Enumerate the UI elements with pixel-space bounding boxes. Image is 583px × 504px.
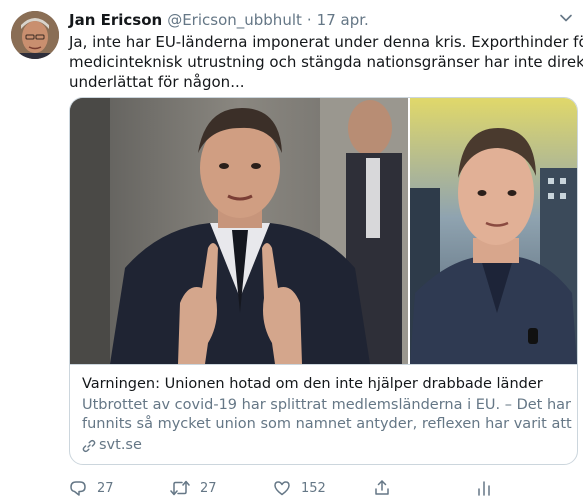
reply-count: 27	[97, 480, 114, 496]
tweet-actions: 27 27 152	[69, 477, 499, 499]
card-image-left	[70, 98, 408, 364]
tweet-date[interactable]: 17 apr.	[317, 10, 369, 30]
tweet-header: Jan Ericson @Ericson_ubbhult · 17 apr.	[69, 9, 369, 31]
like-count: 152	[301, 480, 326, 496]
analytics-button[interactable]	[475, 477, 493, 499]
card-text[interactable]: Varningen: Unionen hotad om den inte hjä…	[70, 364, 577, 464]
card-domain-text: svt.se	[99, 437, 142, 453]
display-name[interactable]: Jan Ericson	[69, 10, 162, 30]
avatar[interactable]	[11, 11, 59, 59]
card-domain: svt.se	[82, 436, 565, 455]
card-image-right	[410, 98, 577, 364]
user-handle[interactable]: @Ericson_ubbhult	[167, 10, 302, 30]
link-icon	[82, 439, 96, 452]
share-icon	[375, 480, 389, 495]
like-button[interactable]: 152	[273, 477, 326, 499]
reply-icon	[70, 481, 86, 496]
tweet-text-line: Ja, inte har EU-länderna imponerat under…	[69, 33, 583, 51]
separator-dot: ·	[306, 11, 312, 29]
tweet-text: Ja, inte har EU-länderna imponerat under…	[69, 32, 583, 92]
tweet-text-line: medicinteknisk utrustning och stängda na…	[69, 53, 583, 71]
tweet-text-line: underlättat för någon...	[69, 73, 245, 91]
card-description-line: Utbrottet av covid-19 har splittrat medl…	[82, 397, 578, 413]
link-card[interactable]: Varningen: Unionen hotad om den inte hjä…	[69, 97, 578, 465]
retweet-button[interactable]: 27	[170, 477, 217, 499]
card-title: Varningen: Unionen hotad om den inte hjä…	[82, 376, 543, 392]
card-description: Utbrottet av covid-19 har splittrat medl…	[82, 396, 578, 434]
card-image[interactable]	[70, 98, 577, 364]
retweet-count: 27	[200, 480, 217, 496]
card-description-line: funnits så mycket union som namnet antyd…	[82, 416, 578, 432]
chevron-down-icon[interactable]	[556, 8, 576, 28]
tweet: Jan Ericson @Ericson_ubbhult · 17 apr. J…	[0, 0, 583, 504]
analytics-icon	[478, 481, 490, 496]
reply-button[interactable]: 27	[69, 477, 114, 499]
heart-icon	[274, 481, 290, 496]
share-button[interactable]	[373, 477, 391, 499]
retweet-icon	[170, 480, 190, 496]
